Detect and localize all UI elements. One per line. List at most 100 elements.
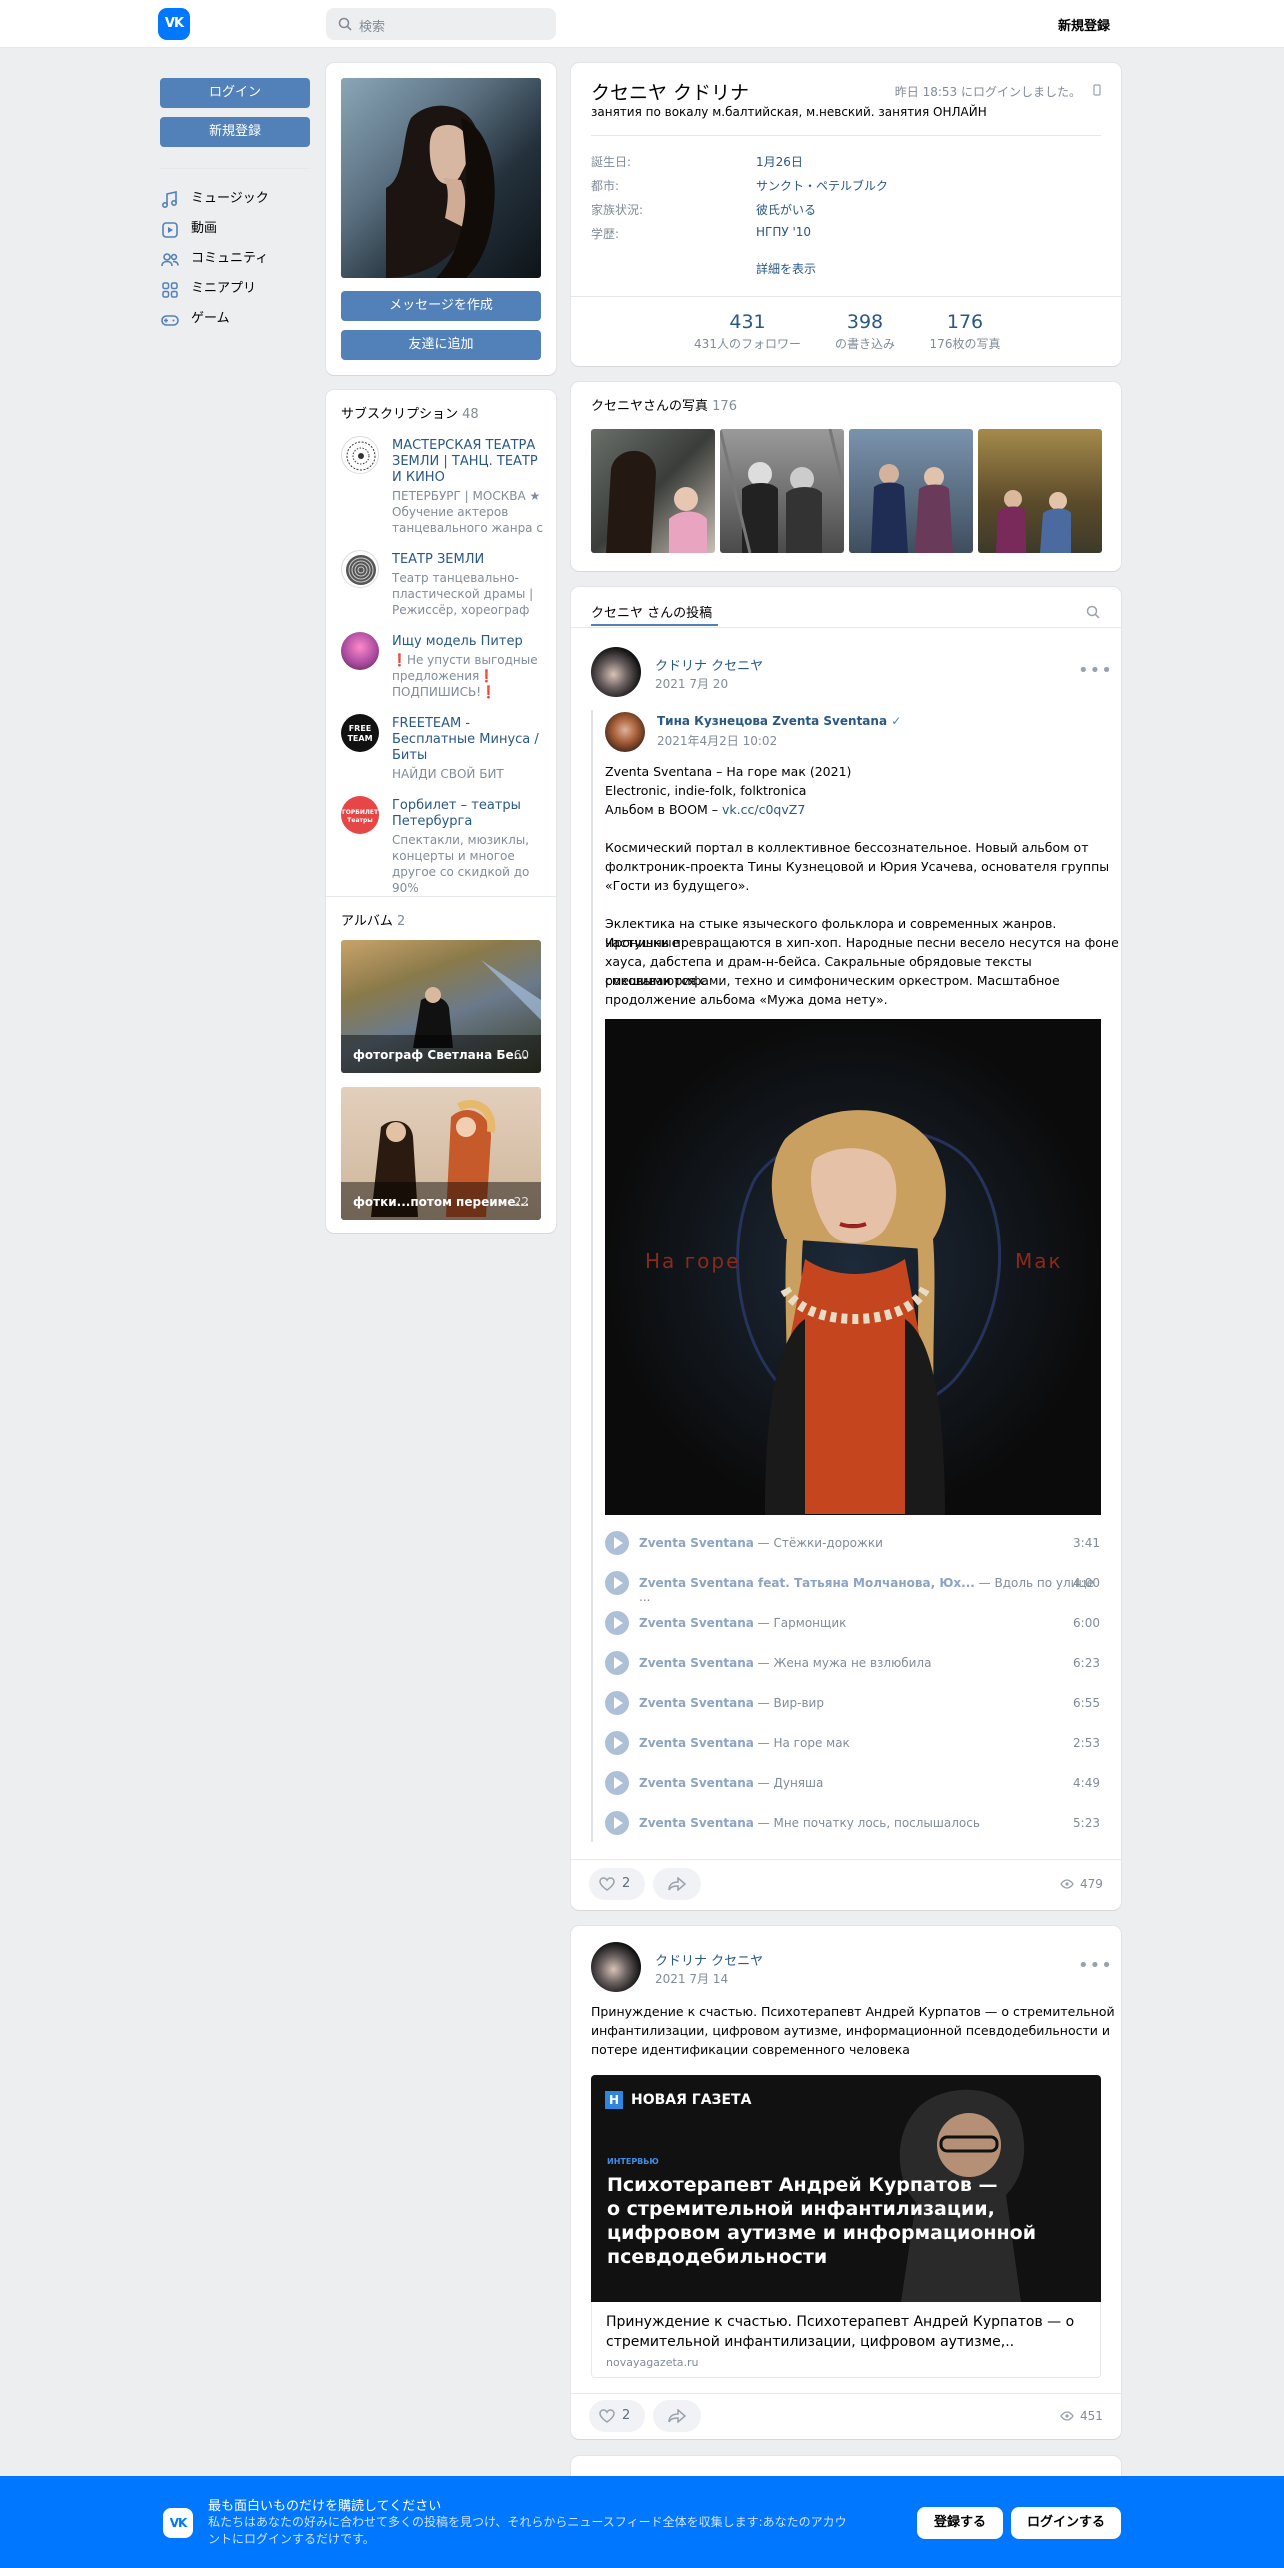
play-icon[interactable] [605, 1571, 629, 1595]
track-artist-2: Zventa Sventana [639, 1616, 754, 1630]
post2-author-name[interactable]: クドリナ クセニヤ [655, 1950, 763, 1969]
tab-underline [591, 624, 718, 626]
post-card-2: クドリナ クセニヤ 2021 7月 14 ••• Принуждение к с… [571, 1926, 1121, 2439]
nav-video[interactable]: 動画 [160, 214, 310, 244]
sub-avatar-gorbilet[interactable]: ГОРБИЛЕТ Театры [341, 796, 379, 834]
nav-miniapps-label: ミニアプリ [191, 281, 257, 296]
album-cover-image[interactable]: На горе Мак [605, 1019, 1101, 1515]
wall-search-icon[interactable] [1086, 605, 1100, 619]
counter-photos-label: 176枚の写真 [929, 337, 1001, 351]
last-seen: 昨日 18:53 にログインしました。 [894, 85, 1081, 99]
sub-title-1[interactable]: ТЕАТР ЗЕМЛИ [392, 552, 544, 568]
post2-share-button[interactable] [653, 2400, 701, 2432]
link-preview-caption[interactable]: Принуждение к счастью. Психотерапевт Анд… [591, 2302, 1101, 2378]
counter-posts[interactable]: 398 の書き込み [815, 311, 915, 352]
banner-register-button[interactable]: 登録する [917, 2507, 1003, 2539]
sub-avatar-freeteam[interactable]: FREE TEAM [341, 714, 379, 752]
repost-date[interactable]: 2021年4月2日 10:02 [657, 732, 777, 749]
post2-author-avatar[interactable] [591, 1942, 641, 1992]
nav-video-label: 動画 [191, 221, 218, 236]
info-value-birthday[interactable]: 1月26日 [756, 153, 803, 170]
track-row[interactable]: Zventa Sventana — Мне початку лось, посл… [605, 1811, 1100, 1835]
vk-logo-icon[interactable]: VK [158, 8, 190, 40]
album-link[interactable]: vk.cc/c0qvZ7 [722, 802, 805, 817]
post2-menu-icon[interactable]: ••• [1078, 1955, 1113, 1976]
login-button[interactable]: ログイン [160, 78, 310, 108]
share-icon [668, 1877, 686, 1891]
counter-photos[interactable]: 176 176枚の写真 [915, 311, 1015, 352]
post-author-avatar[interactable] [591, 647, 641, 697]
add-friend-button[interactable]: 友達に追加 [341, 330, 541, 360]
search-input[interactable]: 検索 [326, 8, 556, 40]
play-icon[interactable] [605, 1531, 629, 1555]
post2-date[interactable]: 2021 7月 14 [655, 1970, 728, 1987]
sub-avatar-masterskaya[interactable] [341, 436, 379, 474]
info-value-education[interactable]: НГПУ '10 [756, 225, 811, 239]
sub-avatar-model[interactable] [341, 632, 379, 670]
albums-title[interactable]: アルバム 2 [341, 910, 405, 929]
album-thumb-1[interactable]: фотки...потом переиме... 22 [341, 1087, 541, 1220]
apps-icon [162, 282, 178, 298]
track-row[interactable]: Zventa Sventana — Стёжки-дорожки 3:41 [605, 1531, 1100, 1555]
track-row[interactable]: Zventa Sventana — Гармонщик 6:00 [605, 1611, 1100, 1635]
track-title-3: Жена мужа не взлюбила [773, 1656, 932, 1670]
track-row[interactable]: Zventa Sventana — Дуняша 4:49 [605, 1771, 1100, 1795]
nav-games[interactable]: ゲーム [160, 304, 310, 334]
sub-title-4[interactable]: Горбилет – театры Петербурга [392, 798, 544, 830]
repost-author-avatar[interactable] [605, 712, 645, 752]
photo-thumb-2[interactable] [849, 429, 973, 553]
play-icon[interactable] [605, 1771, 629, 1795]
play-icon[interactable] [605, 1731, 629, 1755]
counter-followers[interactable]: 431 431人のフォロワー [685, 311, 810, 352]
track-row[interactable]: Zventa Sventana feat. Татьяна Молчанова,… [605, 1571, 1100, 1604]
nav-miniapps[interactable]: ミニアプリ [160, 274, 310, 304]
photo-thumb-0[interactable] [591, 429, 715, 553]
banner-text-0: 私たちはあなたの好みに合わせて多くの投稿を見つけ、それらからニュースフィード全体… [208, 2515, 847, 2529]
sub-avatar-teatr[interactable] [341, 550, 379, 588]
banner-login-button[interactable]: ログインする [1011, 2507, 1121, 2539]
photo-thumb-3[interactable] [978, 429, 1102, 553]
card-brand: НОВАЯ ГАЗЕТА [631, 2092, 752, 2108]
link-preview-image[interactable]: Н НОВАЯ ГАЗЕТА ИНТЕРВЬЮ Психотерапевт Ан… [591, 2075, 1101, 2302]
album-thumb-0[interactable]: фотограф Светлана Бе... 60 [341, 940, 541, 1073]
share-button[interactable] [653, 1868, 701, 1900]
sub-title-0[interactable]: МАСТЕРСКАЯ ТЕАТРА ЗЕМЛИ | ТАНЦ. ТЕАТР И … [392, 438, 544, 486]
sub-title-3[interactable]: FREETEAM - Бесплатные Минуса / Биты [392, 716, 544, 764]
play-icon[interactable] [605, 1611, 629, 1635]
tab-wall-posts[interactable]: クセニヤ さんの投稿 [591, 602, 712, 621]
post2-like-button[interactable]: 2 [589, 2400, 645, 2432]
register-button[interactable]: 新規登録 [160, 117, 310, 147]
play-icon[interactable] [605, 1811, 629, 1835]
nav-community[interactable]: コミュニティ [160, 244, 310, 274]
post-author-name[interactable]: クドリナ クセニヤ [655, 655, 763, 674]
track-text-4: Zventa Sventana — Вир-вир [639, 1696, 824, 1710]
info-value-family[interactable]: 彼氏がいる [756, 201, 816, 218]
post-para3-1: частушки превращаются в хип-хоп. Народны… [605, 935, 1119, 950]
card-headline-2: цифровом аутизме и информационной [607, 2222, 1037, 2244]
track-title-0: Стёжки-дорожки [773, 1536, 883, 1550]
post2-text-1: инфантилизации, цифровом аутизме, информ… [591, 2023, 1110, 2038]
repost-author-name[interactable]: Тина Кузнецова Zventa Sventana ✓ [657, 714, 901, 728]
post-menu-icon[interactable]: ••• [1078, 660, 1113, 681]
photos-title[interactable]: クセニヤさんの写真 176 [591, 395, 737, 414]
photo-thumb-1[interactable] [720, 429, 844, 553]
track-row[interactable]: Zventa Sventana — Жена мужа не взлюбила 6… [605, 1651, 1100, 1675]
info-value-city[interactable]: サンクト・ペテルブルク [756, 177, 888, 194]
nav-music[interactable]: ミュージック [160, 184, 310, 214]
track-row[interactable]: Zventa Sventana — Вир-вир 6:55 [605, 1691, 1100, 1715]
play-icon[interactable] [605, 1691, 629, 1715]
repost-border [591, 710, 593, 1842]
like-button[interactable]: 2 [589, 1868, 645, 1900]
sub-desc-2: ❗Не упусти выгодные предложения❗ ПОДПИШИ… [392, 653, 538, 699]
track-row[interactable]: Zventa Sventana — На горе мак 2:53 [605, 1731, 1100, 1755]
show-details-link[interactable]: 詳細を表示 [756, 260, 816, 277]
send-message-button[interactable]: メッセージを作成 [341, 291, 541, 321]
profile-photo[interactable] [341, 78, 541, 278]
register-link[interactable]: 新規登録 [1058, 15, 1110, 34]
post-date[interactable]: 2021 7月 20 [655, 675, 728, 692]
sub-title-2[interactable]: Ищу модель Питер [392, 634, 544, 650]
like-count: 2 [622, 1876, 631, 1891]
counter-photos-value: 176 [946, 311, 984, 333]
subscriptions-title[interactable]: サブスクリプション 48 [341, 403, 479, 422]
play-icon[interactable] [605, 1651, 629, 1675]
